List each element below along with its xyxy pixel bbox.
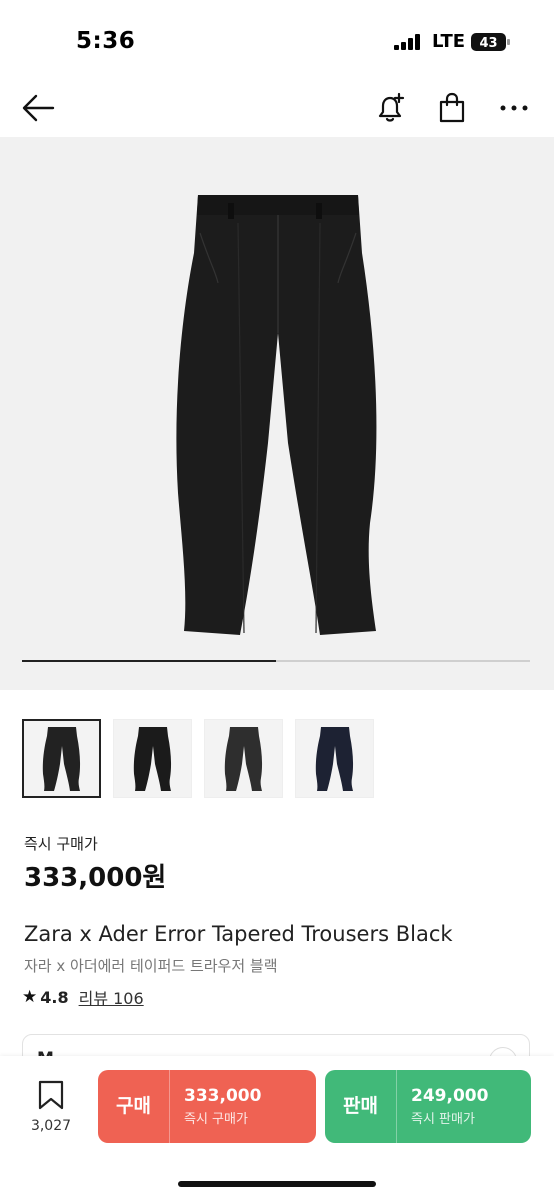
bookmark-icon (38, 1080, 64, 1110)
buy-label: 구매 (98, 1070, 170, 1143)
arrow-left-icon (22, 94, 55, 122)
review-link[interactable]: 리뷰 106 (79, 985, 144, 1009)
product-title: Zara x Ader Error Tapered Trousers Black (24, 922, 453, 946)
product-image (176, 195, 377, 635)
battery-level: 43 (479, 36, 497, 51)
star-icon: ★ (22, 987, 38, 1007)
more-button[interactable] (496, 90, 532, 126)
thumbnail-strip (22, 719, 374, 799)
thumbnail-image (315, 726, 353, 791)
price-label: 즉시 구매가 (24, 835, 98, 853)
thumbnail-image (133, 726, 171, 791)
sell-sub-label: 즉시 판매가 (411, 1112, 475, 1127)
buy-button[interactable]: 구매 333,000 즉시 구매가 (98, 1070, 316, 1143)
product-subtitle: 자라 x 아더에러 테이퍼드 트라우저 블랙 (24, 957, 278, 975)
wish-button[interactable]: 3,027 (22, 1080, 80, 1134)
buy-sub-label: 즉시 구매가 (184, 1112, 248, 1127)
network-label: LTE (432, 31, 466, 52)
sell-button[interactable]: 판매 249,000 즉시 판매가 (325, 1070, 531, 1143)
wish-count: 3,027 (30, 1118, 72, 1134)
status-bar: 5:36 LTE 43 (0, 0, 554, 80)
bell-plus-icon (378, 92, 405, 122)
gallery-progress (22, 660, 530, 662)
sell-label: 판매 (325, 1070, 397, 1143)
price-value: 333,000원 (24, 863, 167, 893)
thumbnail-1[interactable] (22, 719, 101, 798)
gallery-progress-fill (22, 660, 276, 662)
bottom-action-bar: 3,027 구매 333,000 즉시 구매가 판매 249,000 즉시 판매… (0, 1056, 554, 1200)
thumbnail-image (42, 726, 80, 791)
more-horizontal-icon (500, 105, 528, 111)
back-button[interactable] (20, 90, 56, 126)
thumbnail-3[interactable] (204, 719, 283, 798)
cart-button[interactable] (434, 90, 470, 126)
sell-amount: 249,000 (411, 1086, 489, 1106)
shopping-bag-icon (439, 92, 465, 123)
status-time: 5:36 (76, 28, 136, 54)
home-indicator (178, 1181, 376, 1187)
buy-amount: 333,000 (184, 1086, 262, 1106)
thumbnail-2[interactable] (113, 719, 192, 798)
signal-icon (394, 34, 420, 50)
product-image-gallery[interactable] (0, 137, 554, 690)
thumbnail-4[interactable] (295, 719, 374, 798)
rating-row: ★ 4.8 리뷰 106 (22, 985, 144, 1009)
battery-icon: 43 (471, 33, 510, 51)
rating-score: 4.8 (40, 987, 69, 1007)
price-alert-button[interactable] (372, 90, 408, 126)
top-nav (0, 80, 554, 136)
thumbnail-image (224, 726, 262, 791)
product-page: 5:36 LTE 43 즉시 구매가 333,000원 Zara x Ader … (0, 0, 554, 1200)
